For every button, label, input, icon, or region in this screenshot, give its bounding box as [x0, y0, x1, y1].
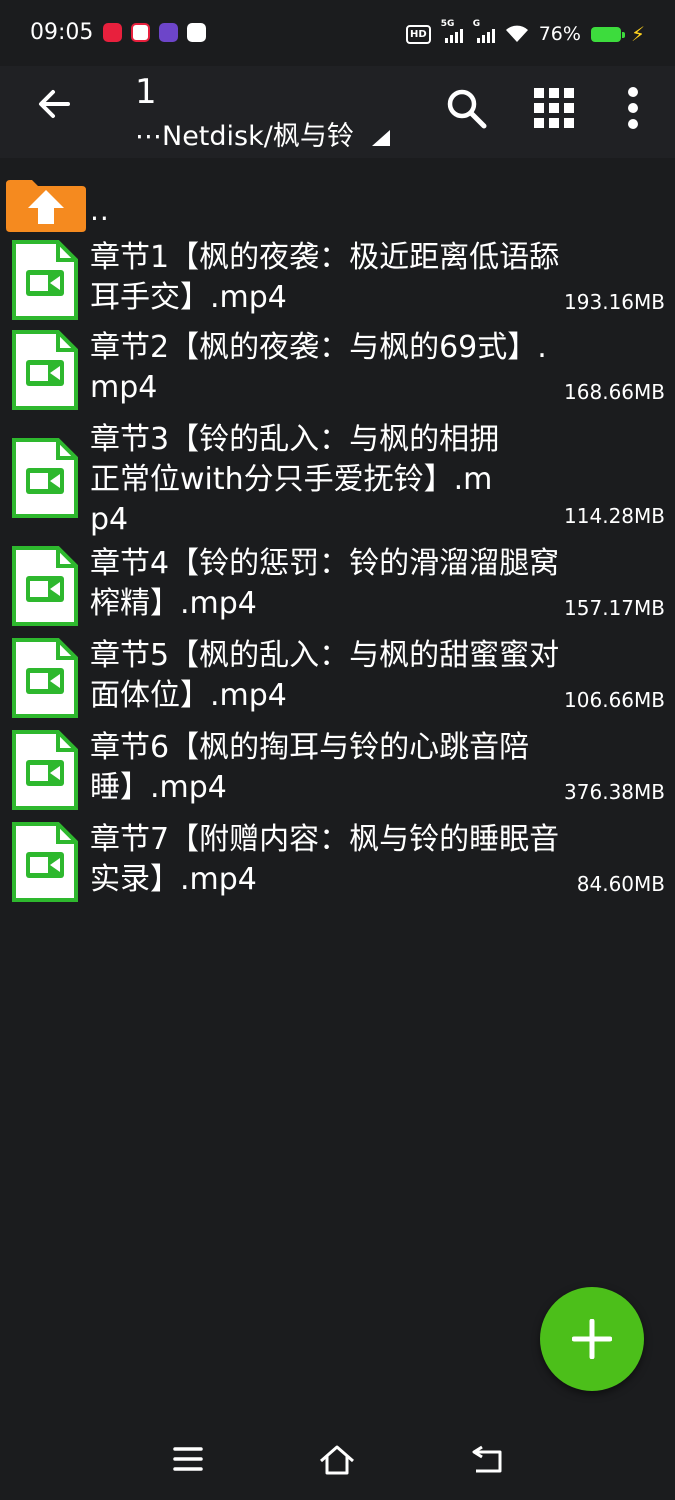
file-name: 章节2【枫的夜袭：与枫的69式】.mp4 — [90, 330, 547, 405]
more-vert-icon[interactable] — [615, 86, 651, 130]
video-file-icon — [12, 730, 78, 810]
file-size: 84.60MB — [576, 872, 665, 896]
video-file-icon — [12, 822, 78, 902]
battery-icon — [590, 26, 625, 42]
arrow-left-icon[interactable] — [34, 84, 74, 124]
up-folder-icon — [6, 180, 86, 232]
file-size: 106.66MB — [564, 688, 665, 712]
system-nav-bar — [0, 1420, 675, 1500]
parent-directory-row[interactable]: .. — [0, 166, 675, 238]
file-size: 157.17MB — [564, 596, 665, 620]
file-row[interactable]: 章节1【枫的夜袭：极近距离低语舔耳手交】.mp4 193.16MB — [0, 238, 675, 328]
file-size: 114.28MB — [564, 504, 665, 528]
back-nav-icon[interactable] — [470, 1444, 504, 1474]
notification-app-icon — [159, 23, 178, 42]
path-dropdown[interactable]: ⋯Netdisk/枫与铃 — [135, 114, 392, 153]
page-title: 1 — [135, 72, 157, 112]
add-fab-button[interactable] — [540, 1287, 644, 1391]
status-time: 09:05 — [30, 20, 94, 45]
notification-icons — [103, 23, 206, 42]
file-name: 章节7【附赠内容：枫与铃的睡眠音实录】.mp4 — [90, 822, 560, 897]
file-size: 168.66MB — [564, 380, 665, 404]
search-icon[interactable] — [444, 86, 488, 130]
file-row[interactable]: 章节6【枫的掏耳与铃的心跳音陪睡】.mp4 376.38MB — [0, 728, 675, 820]
battery-percent: 76% — [538, 23, 581, 45]
grid-view-icon[interactable] — [532, 86, 576, 130]
video-file-icon — [12, 438, 78, 518]
file-row[interactable]: 章节4【铃的惩罚：铃的滑溜溜腿窝榨精】.mp4 157.17MB — [0, 544, 675, 636]
file-list: .. 章节1【枫的夜袭：极近距离低语舔耳手交】.mp4 193.16MB 章节2… — [0, 166, 675, 912]
notification-app-icon — [187, 23, 206, 42]
file-row[interactable]: 章节5【枫的乱入：与枫的甜蜜蜜对面体位】.mp4 106.66MB — [0, 636, 675, 728]
file-size: 193.16MB — [564, 290, 665, 314]
file-row[interactable]: 章节2【枫的夜袭：与枫的69式】.mp4 168.66MB — [0, 328, 675, 420]
file-size: 376.38MB — [564, 780, 665, 804]
file-name: 章节5【枫的乱入：与枫的甜蜜蜜对面体位】.mp4 — [90, 638, 560, 713]
video-file-icon — [12, 546, 78, 626]
file-name: 章节1【枫的夜袭：极近距离低语舔耳手交】.mp4 — [90, 240, 560, 315]
signal-5g-label: 5G — [440, 19, 455, 29]
signal-g-icon: G — [473, 19, 495, 43]
file-name: 章节4【铃的惩罚：铃的滑溜溜腿窝榨精】.mp4 — [90, 546, 560, 621]
hd-voice-icon: HD — [406, 24, 431, 44]
file-name: 章节6【枫的掏耳与铃的心跳音陪睡】.mp4 — [90, 730, 530, 805]
notification-app-icon — [131, 23, 150, 42]
signal-5g-icon: 5G — [441, 19, 463, 43]
video-file-icon — [12, 240, 78, 320]
path-label: ⋯Netdisk/枫与铃 — [135, 121, 354, 152]
dropdown-triangle-icon — [371, 129, 390, 146]
status-bar: 09:05 HD 5G G 76% ⚡ — [0, 0, 675, 66]
toolbar: 1 ⋯Netdisk/枫与铃 — [0, 66, 675, 158]
wifi-icon — [505, 25, 528, 42]
charging-icon: ⚡ — [630, 22, 645, 46]
parent-directory-label: .. — [90, 194, 110, 227]
file-row[interactable]: 章节3【铃的乱入：与枫的相拥正常位with分只手爱抚铃】.mp4 114.28M… — [0, 420, 675, 544]
video-file-icon — [12, 638, 78, 718]
menu-icon[interactable] — [172, 1444, 204, 1474]
file-name: 章节3【铃的乱入：与枫的相拥正常位with分只手爱抚铃】.mp4 — [90, 422, 500, 537]
plus-icon — [572, 1319, 612, 1359]
video-file-icon — [12, 330, 78, 410]
home-icon[interactable] — [318, 1444, 356, 1476]
notification-app-icon — [103, 23, 122, 42]
file-row[interactable]: 章节7【附赠内容：枫与铃的睡眠音实录】.mp4 84.60MB — [0, 820, 675, 912]
signal-g-label: G — [472, 19, 481, 29]
